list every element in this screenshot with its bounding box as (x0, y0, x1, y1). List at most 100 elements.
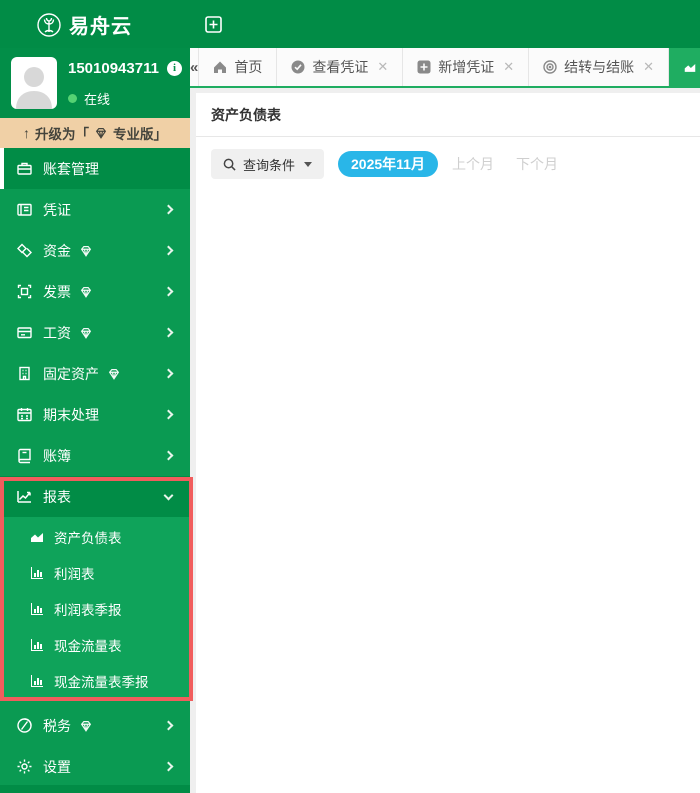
calendar-icon (16, 406, 33, 423)
scan-frame-icon (16, 283, 33, 300)
submenu-item-label: 现金流量表季报 (54, 675, 149, 690)
sidebar-item-settings[interactable]: 设置 (0, 746, 190, 787)
tab-home[interactable]: 首页 (199, 48, 278, 86)
submenu-item-cash-flow[interactable]: 现金流量表 (0, 627, 190, 663)
tab-label: 查看凭证 (312, 59, 369, 75)
logo-text: 易舟云 (69, 16, 132, 38)
sidebar-item-label: 报表 (43, 488, 71, 505)
area-chart-icon (29, 529, 45, 545)
line-chart-icon (16, 488, 33, 505)
sidebar-item-reports[interactable]: 报表 (0, 476, 190, 517)
chevron-down-icon (163, 490, 174, 500)
page-title: 资产负债表 (211, 107, 281, 123)
chevron-right-icon (163, 450, 174, 461)
tab-closing[interactable]: 结转与结账 ✕ (529, 48, 670, 86)
plus-square-icon (417, 60, 431, 74)
sidebar-item-label: 凭证 (43, 201, 71, 218)
close-icon[interactable]: ✕ (377, 59, 388, 75)
chevron-right-icon (163, 286, 174, 297)
app-logo: 易舟云 (36, 10, 132, 39)
period-badge[interactable]: 2025年11月 (338, 151, 438, 177)
sidebar-item-label: 税务 (43, 717, 71, 734)
user-status: 在线 (68, 89, 110, 108)
user-panel: 15010943711 i 在线 (0, 48, 190, 118)
tab-label: 新增凭证 (438, 59, 495, 75)
online-dot-icon (68, 94, 77, 103)
submenu-item-income-statement-quarterly[interactable]: 利润表季报 (0, 591, 190, 627)
home-icon (213, 60, 227, 74)
submenu-item-label: 利润表季报 (54, 603, 122, 618)
check-circle-icon (291, 60, 305, 74)
premium-gem-icon (79, 244, 93, 258)
app-grid-icon[interactable] (204, 15, 223, 34)
sidebar-item-funds[interactable]: 资金 (0, 230, 190, 271)
up-arrow-icon: ↑ (23, 125, 30, 141)
tab-new-voucher[interactable]: 新增凭证 ✕ (403, 48, 530, 86)
sidebar-item-label: 发票 (43, 283, 71, 300)
balance-sheet-panel: 资产负债表 查询条件 2025年11月 上个月 下个月 (196, 93, 700, 793)
book-icon (16, 447, 33, 464)
sidebar-item-ledgers[interactable]: 账簿 (0, 435, 190, 476)
submenu-item-cash-flow-quarterly[interactable]: 现金流量表季报 (0, 663, 190, 699)
submenu-item-label: 利润表 (54, 567, 95, 582)
sidebar-item-tax[interactable]: 税务 (0, 705, 190, 746)
info-icon[interactable]: i (167, 61, 182, 76)
submenu-item-label: 资产负债表 (54, 531, 122, 546)
top-bar: 易舟云 (0, 0, 700, 48)
sidebar-item-label: 设置 (43, 758, 71, 775)
sidebar-item-label: 期末处理 (43, 406, 99, 423)
tab-balance-sheet[interactable]: 资产负债表 (669, 48, 700, 86)
tab-label: 结转与结账 (564, 59, 635, 75)
sidebar-item-period-end[interactable]: 期末处理 (0, 394, 190, 435)
submenu-item-label: 现金流量表 (54, 639, 122, 654)
query-conditions-button[interactable]: 查询条件 (211, 149, 325, 179)
diamonds-icon (16, 242, 33, 259)
caret-down-icon (304, 161, 313, 167)
chevron-right-icon (163, 327, 174, 338)
gear-icon (16, 758, 33, 775)
bar-chart-icon (29, 673, 45, 689)
reports-submenu: 资产负债表 利润表 利润表季报 现金流量表 现金流量表季报 (0, 517, 190, 701)
chevron-right-icon (163, 245, 174, 256)
avatar[interactable] (11, 57, 57, 109)
target-icon (543, 60, 557, 74)
tab-bar: « 首页 查看凭证 ✕ 新增凭证 ✕ 结转与结账 ✕ (190, 48, 700, 88)
submenu-item-balance-sheet[interactable]: 资产负债表 (0, 519, 190, 555)
content-blank-area (196, 191, 700, 793)
tab-view-voucher[interactable]: 查看凭证 ✕ (277, 48, 404, 86)
bar-chart-icon (29, 601, 45, 617)
sidebar-item-label: 资金 (43, 242, 71, 259)
submenu-item-income-statement[interactable]: 利润表 (0, 555, 190, 591)
close-icon[interactable]: ✕ (503, 59, 514, 75)
bar-chart-icon (29, 637, 45, 653)
sidebar-item-vouchers[interactable]: 凭证 (0, 189, 190, 230)
chevron-right-icon (163, 204, 174, 215)
upgrade-text-after: 专业版」 (113, 127, 167, 142)
search-icon (223, 158, 236, 171)
bar-chart-icon (29, 565, 45, 581)
chevron-right-icon (163, 368, 174, 379)
online-label: 在线 (84, 92, 111, 107)
sidebar-item-fixed-assets[interactable]: 固定资产 (0, 353, 190, 394)
next-month-link[interactable]: 下个月 (516, 154, 558, 174)
upgrade-banner[interactable]: ↑ 升级为「 专业版」 (0, 118, 190, 148)
chevron-right-icon (163, 720, 174, 731)
sidebar-item-payroll[interactable]: 工资 (0, 312, 190, 353)
sidebar-item-account-books[interactable]: 账套管理 (0, 148, 190, 189)
main-area: « 首页 查看凭证 ✕ 新增凭证 ✕ 结转与结账 ✕ 资产负债表 查询条件 20… (190, 48, 700, 793)
close-icon[interactable]: ✕ (643, 59, 654, 75)
panel-header: 资产负债表 (196, 93, 700, 137)
premium-gem-icon (79, 719, 93, 733)
sidebar-item-label: 固定资产 (43, 365, 99, 382)
area-chart-icon (683, 60, 697, 74)
sidebar-item-invoices[interactable]: 发票 (0, 271, 190, 312)
tabs-scroll-left-button[interactable]: « (190, 48, 200, 86)
user-phone: 15010943711 (68, 60, 159, 77)
prev-month-link[interactable]: 上个月 (452, 154, 494, 174)
logo-emblem-icon (36, 12, 62, 38)
sidebar-item-label: 工资 (43, 324, 71, 341)
sidebar-item-label: 账套管理 (43, 160, 99, 177)
sidebar-menu: 账套管理 凭证 资金 发票 工资 固定资产 期末处理 账簿 报表 资产负债表 利… (0, 148, 190, 787)
tab-label: 首页 (234, 59, 263, 75)
app-window: 易舟云 15010943711 i 在线 ↑ 升级为「 专业版」 账套管理 凭证… (0, 0, 700, 793)
